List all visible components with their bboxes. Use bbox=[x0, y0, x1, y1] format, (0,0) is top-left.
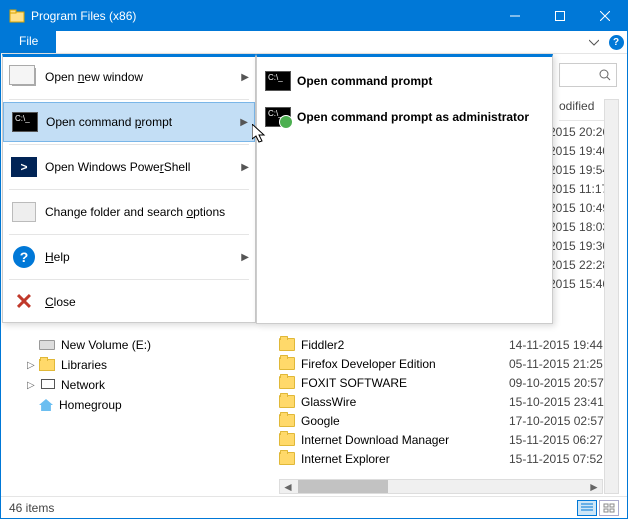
cmd-admin-icon: C:\_ bbox=[265, 107, 291, 127]
folder-icon bbox=[279, 338, 295, 351]
network-icon bbox=[39, 379, 55, 391]
list-item[interactable]: Firefox Developer Edition05-11-2015 21:2… bbox=[279, 354, 617, 373]
nav-item-drive[interactable]: New Volume (E:) bbox=[13, 335, 263, 355]
icons-view-button[interactable] bbox=[599, 500, 619, 516]
scroll-left-icon[interactable]: ◄ bbox=[280, 480, 296, 494]
titlebar: Program Files (x86) bbox=[1, 1, 627, 31]
drive-icon bbox=[39, 340, 55, 350]
list-item[interactable]: Internet Explorer15-11-2015 07:52 bbox=[279, 449, 617, 468]
close-icon: ✕ bbox=[15, 289, 33, 315]
options-icon bbox=[12, 202, 36, 222]
search-icon bbox=[594, 69, 616, 81]
menu-help[interactable]: ? Help ▶ bbox=[3, 237, 255, 277]
horizontal-scrollbar[interactable]: ◄ ► bbox=[279, 479, 603, 494]
menu-close[interactable]: ✕ Close bbox=[3, 282, 255, 322]
list-item[interactable]: Google17-10-2015 02:57 bbox=[279, 411, 617, 430]
folder-icon bbox=[279, 376, 295, 389]
submenu-open-cmd-admin[interactable]: C:\_ Open command prompt as administrato… bbox=[261, 99, 548, 135]
help-button[interactable]: ? bbox=[605, 31, 627, 53]
close-button[interactable] bbox=[582, 1, 627, 31]
submenu-open-cmd[interactable]: C:\_ Open command prompt bbox=[261, 63, 548, 99]
command-prompt-submenu: C:\_ Open command prompt C:\_ Open comma… bbox=[256, 54, 553, 324]
maximize-button[interactable] bbox=[537, 1, 582, 31]
folder-icon bbox=[9, 8, 25, 24]
details-view-button[interactable] bbox=[577, 500, 597, 516]
list-item[interactable]: GlassWire15-10-2015 23:41 bbox=[279, 392, 617, 411]
scroll-thumb[interactable] bbox=[298, 480, 388, 493]
chevron-right-icon: ▶ bbox=[241, 72, 249, 83]
cmd-icon: C:\_ bbox=[12, 112, 38, 132]
chevron-right-icon: ▶ bbox=[241, 162, 249, 173]
menu-open-new-window[interactable]: Open new window ▶ bbox=[3, 57, 255, 97]
window-title: Program Files (x86) bbox=[31, 9, 492, 23]
nav-item-libraries[interactable]: ▷Libraries bbox=[13, 355, 263, 375]
chevron-right-icon[interactable]: ▷ bbox=[27, 360, 37, 371]
homegroup-icon bbox=[39, 399, 53, 411]
powershell-icon: > bbox=[11, 157, 37, 177]
folder-icon bbox=[279, 395, 295, 408]
help-icon: ? bbox=[13, 246, 35, 268]
tab-file[interactable]: File bbox=[1, 31, 56, 53]
navigation-pane[interactable]: New Volume (E:) ▷Libraries ▷Network Home… bbox=[13, 335, 263, 415]
search-box[interactable] bbox=[559, 63, 617, 87]
vertical-scrollbar[interactable] bbox=[604, 99, 619, 494]
chevron-right-icon[interactable]: ▷ bbox=[27, 380, 37, 391]
list-item[interactable]: Internet Download Manager15-11-2015 06:2… bbox=[279, 430, 617, 449]
chevron-right-icon: ▶ bbox=[240, 117, 248, 128]
nav-item-network[interactable]: ▷Network bbox=[13, 375, 263, 395]
folder-icon bbox=[279, 433, 295, 446]
help-icon: ? bbox=[609, 35, 624, 50]
file-menu: Open new window ▶ C:\_ Open command prom… bbox=[2, 54, 256, 323]
minimize-button[interactable] bbox=[492, 1, 537, 31]
item-count: 46 items bbox=[9, 501, 575, 515]
file-list[interactable]: Fiddler214-11-2015 19:44 Firefox Develop… bbox=[279, 335, 617, 494]
new-window-icon bbox=[12, 68, 36, 86]
folder-icon bbox=[279, 452, 295, 465]
menu-open-command-prompt[interactable]: C:\_ Open command prompt ▶ bbox=[3, 102, 255, 142]
libraries-icon bbox=[39, 359, 55, 371]
chevron-right-icon: ▶ bbox=[241, 252, 249, 263]
list-item[interactable]: Fiddler214-11-2015 19:44 bbox=[279, 335, 617, 354]
ribbon-expand-button[interactable] bbox=[583, 31, 605, 53]
cmd-icon: C:\_ bbox=[265, 71, 291, 91]
menu-change-folder-options[interactable]: Change folder and search options bbox=[3, 192, 255, 232]
status-bar: 46 items bbox=[1, 496, 627, 518]
list-item[interactable]: FOXIT SOFTWARE09-10-2015 20:57 bbox=[279, 373, 617, 392]
ribbon-tabstrip: File ? bbox=[1, 31, 627, 54]
menu-open-powershell[interactable]: > Open Windows PowerShell ▶ bbox=[3, 147, 255, 187]
folder-icon bbox=[279, 357, 295, 370]
scroll-right-icon[interactable]: ► bbox=[586, 480, 602, 494]
nav-item-homegroup[interactable]: Homegroup bbox=[13, 395, 263, 415]
folder-icon bbox=[279, 414, 295, 427]
